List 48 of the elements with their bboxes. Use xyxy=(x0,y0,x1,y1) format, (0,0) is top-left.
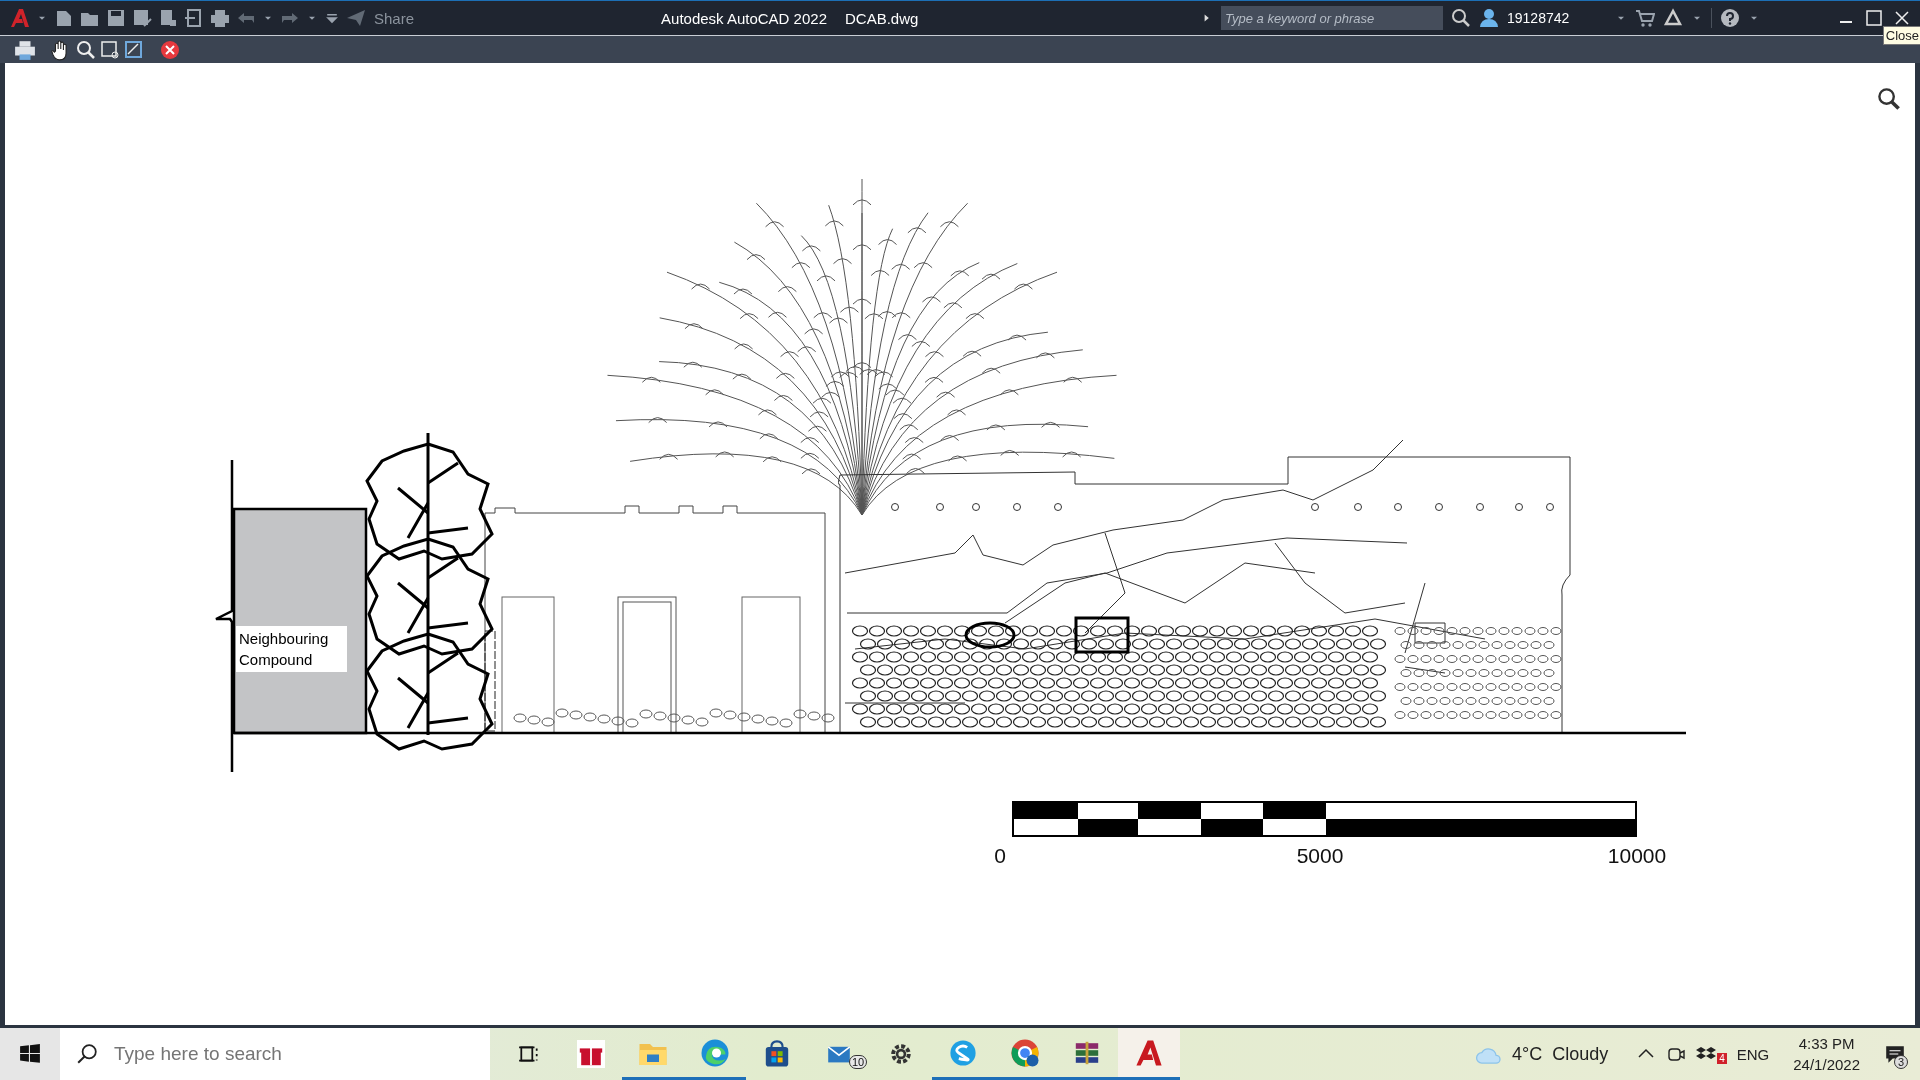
zoom-icon[interactable] xyxy=(76,39,96,60)
scale-label: 10000 xyxy=(1607,844,1667,868)
chat-icon[interactable] xyxy=(949,1038,977,1067)
user-name[interactable]: 19128742 xyxy=(1507,10,1607,26)
taskbar-app[interactable] xyxy=(1118,1028,1180,1080)
search-field[interactable]: Type a keyword or phrase xyxy=(1221,6,1443,30)
zoom-extents-icon[interactable] xyxy=(124,39,144,60)
gift-icon[interactable] xyxy=(577,1040,605,1068)
scale-label: 5000 xyxy=(1296,844,1344,868)
save-as-icon[interactable] xyxy=(132,8,152,28)
export-icon[interactable] xyxy=(184,8,204,28)
mail-count-badge: 10 xyxy=(849,1055,868,1069)
close-tooltip: Close xyxy=(1882,26,1920,45)
taskbar-search-bar[interactable]: Type here to search xyxy=(60,1028,490,1080)
neighbouring-compound-label: Neighbouring Compound xyxy=(236,626,347,672)
clock[interactable]: 4:33 PM 24/1/2022 xyxy=(1779,1033,1874,1075)
zoom-window-icon[interactable] xyxy=(100,39,120,60)
gear-icon[interactable] xyxy=(888,1041,914,1067)
close-preview-icon[interactable] xyxy=(160,39,180,60)
logo-icon[interactable] xyxy=(1135,1038,1163,1067)
search-icon[interactable] xyxy=(1451,8,1471,28)
cart-icon[interactable] xyxy=(1635,8,1655,28)
search-icon[interactable] xyxy=(1877,87,1901,111)
scale-label: 0 xyxy=(994,844,1006,868)
taskbar-search-field[interactable]: Type here to search xyxy=(112,1042,436,1066)
maximize-icon[interactable] xyxy=(1864,8,1884,28)
share-button[interactable]: Share xyxy=(372,9,417,27)
weather-temperature[interactable]: 4°C xyxy=(1511,1043,1543,1065)
taskbar-app[interactable]: 10 xyxy=(808,1028,870,1080)
logo-icon[interactable] xyxy=(10,7,30,29)
app-title: Autodesk AutoCAD 2022 xyxy=(661,9,827,27)
store-icon[interactable] xyxy=(763,1040,791,1068)
browser-icon[interactable] xyxy=(700,1037,730,1068)
language-indicator[interactable]: ENG xyxy=(1736,1045,1770,1063)
weather-condition[interactable]: Cloudy xyxy=(1552,1043,1609,1065)
search-icon xyxy=(76,1043,98,1065)
document-icon[interactable] xyxy=(158,8,178,28)
dropbox-badge: 4 xyxy=(1717,1053,1727,1064)
file-name: DCAB.dwg xyxy=(845,9,919,27)
notification-count: 3 xyxy=(1894,1055,1909,1069)
user-icon[interactable] xyxy=(1479,8,1499,28)
browser-icon[interactable] xyxy=(1010,1037,1040,1068)
windows-logo-icon[interactable] xyxy=(19,1043,41,1065)
save-icon[interactable] xyxy=(106,8,126,28)
new-file-icon[interactable] xyxy=(54,8,74,28)
triangle-icon[interactable] xyxy=(1663,8,1683,28)
help-icon[interactable] xyxy=(1720,8,1740,28)
send-icon[interactable] xyxy=(346,8,366,28)
